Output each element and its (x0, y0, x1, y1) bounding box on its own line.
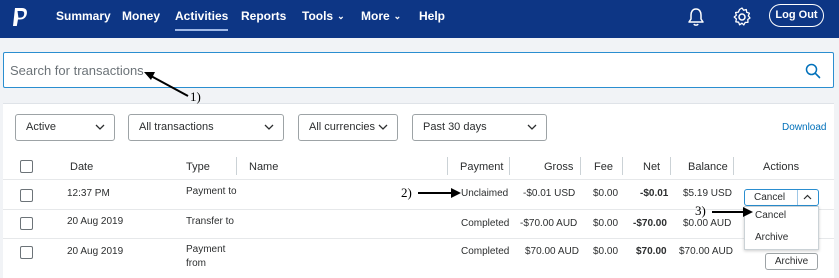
nav-summary[interactable]: Summary (56, 9, 111, 23)
header-net[interactable]: Net (643, 161, 660, 173)
nav-money[interactable]: Money (122, 9, 160, 23)
chevron-down-icon (378, 124, 388, 130)
row-type[interactable]: Payment to (186, 186, 237, 197)
currency-filter-value: All currencies (309, 121, 376, 133)
column-divider (509, 157, 510, 175)
header-actions: Actions (763, 161, 800, 173)
row-date: 20 Aug 2019 (67, 216, 124, 227)
row-gross: -$0.01 USD (523, 188, 576, 199)
nav-more[interactable]: More ⌄ (361, 9, 401, 23)
header-type[interactable]: Type (186, 161, 210, 173)
header-gross[interactable]: Gross (544, 161, 573, 173)
paypal-logo[interactable] (10, 6, 30, 30)
nav-reports[interactable]: Reports (241, 9, 286, 23)
row-payment: Completed (461, 246, 510, 257)
cancel-action-button[interactable]: Cancel (744, 189, 819, 206)
row-payment: Completed (461, 218, 510, 229)
gear-icon[interactable] (731, 6, 753, 28)
annotation-1: 1) (190, 89, 201, 104)
row-type-line2[interactable]: from (186, 258, 206, 269)
header-name[interactable]: Name (249, 161, 278, 173)
archive-button[interactable]: Archive (765, 253, 818, 270)
row-balance: $70.00 AUD (679, 246, 733, 257)
nav-help[interactable]: Help (419, 9, 445, 23)
header-fee[interactable]: Fee (594, 161, 613, 173)
chevron-up-icon[interactable] (803, 194, 812, 200)
row-date: 20 Aug 2019 (67, 246, 124, 257)
row-date: 12:37 PM (67, 188, 110, 199)
row-fee: $0.00 (593, 218, 619, 229)
row-divider (3, 209, 834, 210)
row-payment: Unclaimed (461, 188, 509, 199)
select-all-checkbox[interactable] (20, 160, 33, 173)
annotation-3: 3) (695, 203, 706, 218)
download-link[interactable]: Download (782, 122, 826, 133)
row-checkbox[interactable] (20, 246, 33, 259)
row-divider (3, 179, 834, 180)
row-type[interactable]: Payment (186, 244, 225, 255)
period-filter-value: Past 30 days (423, 121, 487, 133)
chevron-down-icon: ⌄ (337, 11, 345, 21)
cancel-action-label: Cancel (754, 192, 786, 203)
type-filter-value: All transactions (139, 121, 214, 133)
search-input[interactable] (10, 59, 790, 81)
chevron-down-icon (95, 124, 105, 130)
menu-item-cancel[interactable]: Cancel (755, 210, 786, 221)
header-payment[interactable]: Payment (460, 161, 503, 173)
row-checkbox[interactable] (20, 189, 33, 202)
row-net: -$0.01 (640, 188, 669, 199)
status-filter-value: Active (26, 121, 56, 133)
nav-more-label: More (361, 9, 390, 23)
column-divider (580, 157, 581, 175)
row-divider (3, 238, 834, 239)
row-fee: $0.00 (593, 188, 619, 199)
nav-tools[interactable]: Tools ⌄ (302, 9, 345, 23)
actions-menu: Cancel Archive (744, 206, 819, 250)
logout-button[interactable]: Log Out (769, 4, 824, 27)
chevron-down-icon: ⌄ (393, 11, 402, 21)
period-filter[interactable]: Past 30 days (412, 114, 547, 141)
row-balance: $0.00 AUD (683, 218, 732, 229)
row-net: -$70.00 (633, 218, 667, 229)
bell-icon[interactable] (685, 6, 707, 28)
header-date[interactable]: Date (70, 161, 93, 173)
row-net: $70.00 (636, 246, 667, 257)
column-divider (733, 157, 734, 175)
menu-item-archive[interactable]: Archive (755, 232, 788, 243)
row-type[interactable]: Transfer to (186, 216, 234, 227)
top-nav: Summary Money Activities Reports Tools ⌄ … (0, 0, 839, 38)
row-gross: -$70.00 AUD (520, 218, 578, 229)
header-balance[interactable]: Balance (688, 161, 728, 173)
type-filter[interactable]: All transactions (128, 114, 284, 141)
chevron-down-icon (527, 124, 537, 130)
column-divider (236, 157, 237, 175)
annotation-2: 2) (401, 185, 412, 200)
column-divider (670, 157, 671, 175)
nav-tools-label: Tools (302, 9, 334, 23)
search-bar (3, 52, 834, 88)
status-filter[interactable]: Active (15, 114, 115, 141)
currency-filter[interactable]: All currencies (298, 114, 398, 141)
row-checkbox[interactable] (20, 217, 33, 230)
chevron-down-icon (264, 124, 274, 130)
nav-activities[interactable]: Activities (175, 9, 229, 31)
row-fee: $0.00 (593, 246, 619, 257)
row-gross: $70.00 AUD (525, 246, 579, 257)
search-icon[interactable] (805, 63, 821, 79)
column-divider (622, 157, 623, 175)
button-split (797, 190, 798, 205)
column-divider (447, 157, 448, 175)
row-balance: $5.19 USD (683, 188, 732, 199)
